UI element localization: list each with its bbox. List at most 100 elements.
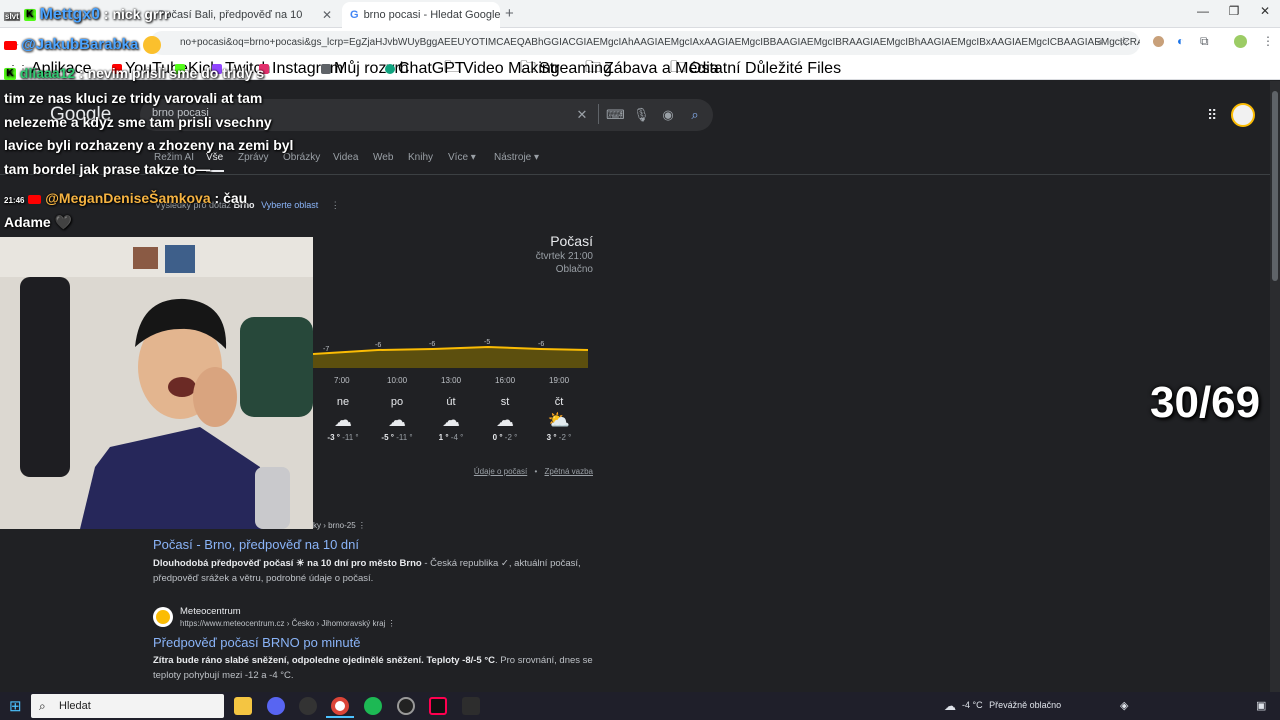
lens-icon[interactable]: ◉ [660, 107, 676, 123]
extension-icon[interactable]: ◐ [1177, 34, 1184, 48]
maximize-icon[interactable]: ❐ [1219, 4, 1249, 24]
day-name: út [446, 396, 456, 408]
result-breadcrumb: https://www.meteocentrum.cz › Česko › Ji… [180, 619, 396, 628]
hourly-temp-label: -6 [375, 342, 381, 349]
search-icon[interactable]: ⌕ [687, 107, 703, 123]
temperature-chart[interactable]: -7 -6 -6 -5 -6 [313, 328, 588, 373]
day-forecast[interactable]: ne ☁ -3 ° -11 ° [323, 396, 363, 442]
crumb-text: ky › brno-25 [313, 521, 356, 530]
close-tab-icon[interactable]: ✕ [322, 8, 332, 22]
weather-card: Počasí čtvrtek 21:00 Oblačno -7 -6 -6 -5… [313, 228, 593, 488]
network-icon[interactable]: ◈ [1120, 699, 1128, 712]
tab-bali-weather[interactable]: Počasí Bali, předpověď na 10 ✕ [150, 2, 340, 28]
app-icon[interactable] [397, 697, 415, 715]
tab-more[interactable]: Více ▾ [448, 152, 476, 163]
chevron-down-icon: ▾ [470, 152, 476, 163]
crumb-text: https://www.meteocentrum.cz › Česko › Ji… [180, 619, 386, 628]
chrome-icon[interactable] [331, 697, 349, 715]
terminal-icon[interactable] [462, 697, 480, 715]
day-forecast[interactable]: čt ⛅ 3 ° -2 ° [539, 396, 579, 442]
scrollbar[interactable] [1270, 81, 1280, 692]
bookmark-star-icon[interactable]: ☆ [1118, 34, 1130, 50]
webcam-feed [0, 237, 313, 529]
extensions-puzzle-icon[interactable]: ⧉ [1200, 34, 1209, 49]
feedback-link[interactable]: Zpětná vazba [545, 467, 593, 476]
choose-area-link[interactable]: Vyberte oblast [261, 200, 318, 210]
url-text: no+pocasi&oq=brno+pocasi&gs_lcrp=EgZjaHJ… [180, 37, 1140, 48]
taskbar-search[interactable]: ⌕ Hledat [31, 694, 224, 718]
profile-avatar[interactable] [1234, 35, 1247, 48]
tab-google-search[interactable]: G brno pocasi - Hledat Googlem ✕ [342, 2, 500, 28]
chat-message: K dliaaa12 : nevim prisli sme do tridy s [4, 65, 264, 81]
clear-icon[interactable]: ✕ [574, 107, 590, 123]
tab-web[interactable]: Web [373, 152, 393, 163]
cloud-icon: ☁ [334, 410, 352, 430]
tab-news[interactable]: Zprávy [238, 152, 269, 163]
result-site-name: Meteocentrum [180, 606, 241, 617]
day-low: -2 ° [504, 433, 518, 442]
menu-dots-icon[interactable]: ⋮ [1262, 34, 1274, 48]
result-title-link[interactable]: Předpověď počasí BRNO po minutě [153, 635, 360, 650]
spotify-icon[interactable] [364, 697, 382, 715]
day-forecast[interactable]: po ☁ -5 ° -11 ° [377, 396, 417, 442]
separator-dot: • [534, 467, 538, 476]
account-avatar[interactable] [1231, 103, 1255, 127]
day-high: 1 ° [438, 433, 449, 442]
tab-books[interactable]: Knihy [408, 152, 433, 163]
search-icon: ⌕ [39, 699, 46, 713]
minimize-icon[interactable]: — [1188, 4, 1218, 24]
result-title-link[interactable]: Počasí - Brno, předpověď na 10 dní [153, 537, 359, 552]
weather-data-link[interactable]: Údaje o počasí [474, 467, 527, 476]
tools-label: Nástroje [494, 152, 532, 163]
more-options-icon[interactable]: ⋮ [388, 619, 396, 628]
kick-badge: K [23, 9, 36, 22]
tab-label: Počasí Bali, předpověď na 10 [158, 9, 303, 21]
notification-icon[interactable]: ▣ [1256, 699, 1266, 712]
file-explorer-icon[interactable] [234, 697, 252, 715]
sun-icon [156, 610, 170, 624]
chatgpt-icon [385, 64, 395, 74]
chat-username: dliaaa12 [19, 65, 76, 81]
chat-text: : nick grrr [103, 6, 170, 22]
bookmark-folder[interactable]: 🗀 Ostatní Důležité Files [670, 59, 842, 78]
chat-line: Adame 🖤 [4, 214, 73, 230]
microphone-icon[interactable]: 🎙 [633, 107, 650, 123]
tab-videos[interactable]: Videa [333, 152, 358, 163]
taskbar-search-label: Hledat [59, 700, 91, 712]
tab-images[interactable]: Obrázky [283, 152, 320, 163]
location-icon[interactable]: ⌖ [1097, 35, 1104, 50]
discord-icon[interactable] [267, 697, 285, 715]
taskbar-weather[interactable]: -4 °C Převážně oblačno [962, 700, 1061, 710]
day-forecast[interactable]: út ☁ 1 ° -4 ° [431, 396, 471, 442]
scrollbar-thumb[interactable] [1272, 91, 1278, 281]
more-options-icon[interactable]: ⋮ [331, 200, 340, 210]
google-apps-icon[interactable]: ⠿ [1207, 107, 1217, 124]
youtube-icon [4, 40, 17, 50]
snippet-bold: Dlouhodobá předpověď počasí ☀ na 10 dní … [153, 558, 422, 569]
partly-sunny-icon: ⛅ [547, 410, 571, 430]
tiktok-icon[interactable] [429, 697, 447, 715]
day-forecast[interactable]: st ☁ 0 ° -2 ° [485, 396, 525, 442]
webcam-image [0, 237, 313, 529]
windows-start-icon[interactable]: ⊞ [9, 697, 22, 715]
more-options-icon[interactable]: ⋮ [358, 521, 366, 530]
globe-icon [321, 64, 331, 74]
tools-button[interactable]: Nástroje ▾ [494, 152, 539, 163]
chat-username: @JakubBarabka [21, 36, 139, 53]
google-favicon-icon: G [350, 9, 359, 21]
close-window-icon[interactable]: ✕ [1250, 4, 1280, 24]
bookmark-label: Ostatní Důležité Files [689, 60, 842, 77]
extension-icon[interactable] [1153, 36, 1164, 47]
divider [598, 104, 599, 124]
chat-message: @JakubBarabka [4, 36, 161, 55]
keyboard-icon[interactable]: ⌨ [606, 107, 625, 123]
weather-cloud-icon[interactable]: ☁ [944, 699, 956, 713]
chat-line: nelezeme a kdyz sme tam prisli vsechny [4, 114, 272, 130]
new-tab-button[interactable]: + [505, 5, 514, 22]
weather-text: Převážně oblačno [989, 700, 1062, 710]
obs-icon[interactable] [299, 697, 317, 715]
day-high: -3 ° [327, 433, 340, 442]
chat-message: sIvt K Mettgx0 : nick grrr [4, 6, 169, 24]
address-bar[interactable]: no+pocasi&oq=brno+pocasi&gs_lcrp=EgZjaHJ… [150, 31, 1140, 55]
snippet-bold: Zítra bude ráno slabé sněžení, odpoledne… [153, 655, 495, 666]
